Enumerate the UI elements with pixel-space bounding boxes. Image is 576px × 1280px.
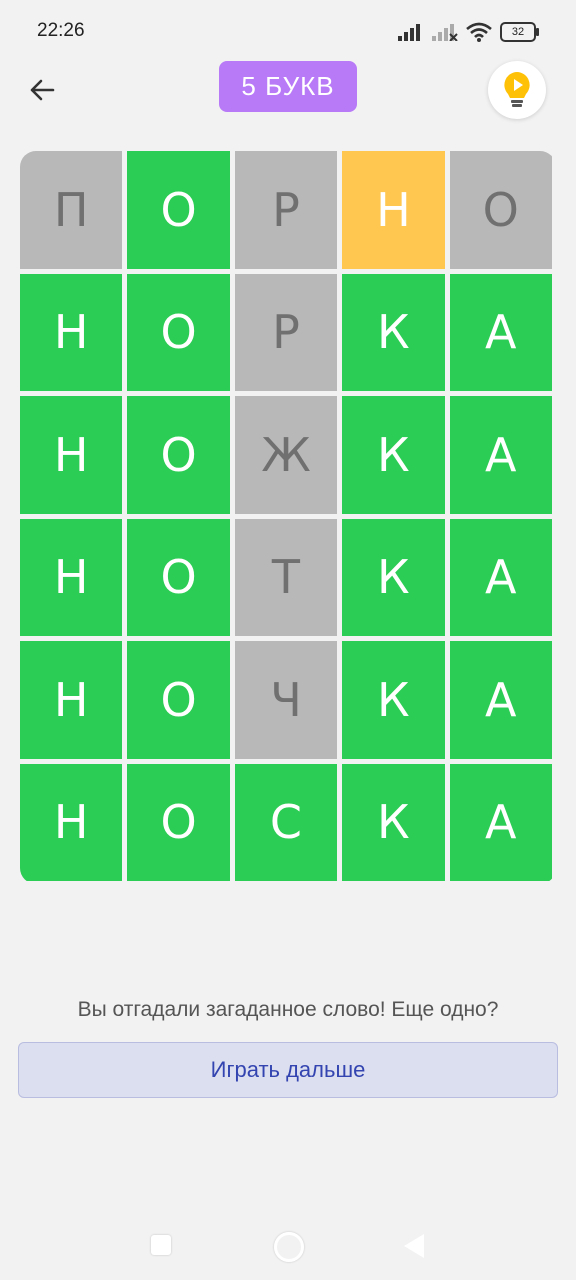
letter-tile: С: [234, 763, 338, 881]
signal-icon: [398, 24, 420, 41]
letter-tile: О: [127, 641, 230, 759]
system-nav-bar: [0, 1214, 576, 1274]
letter-tile: Т: [234, 518, 338, 636]
letter-tile: Н: [342, 151, 445, 269]
letter-tile: Н: [20, 396, 123, 514]
home-button[interactable]: [274, 1232, 304, 1262]
result-message: Вы отгадали загаданное слово! Еще одно?: [77, 998, 499, 1021]
battery-icon: 32: [500, 22, 539, 42]
letter-grid: ПОРНОНОРКАНОЖКАНОТКАНОЧКАНОСКА: [20, 151, 556, 884]
lightbulb-play-icon: [504, 72, 530, 107]
recent-apps-button[interactable]: [151, 1235, 171, 1255]
letter-tile: А: [449, 396, 552, 514]
letter-tile: П: [20, 151, 123, 269]
word-length-badge: 5 БУКВ: [219, 61, 357, 112]
status-time: 22:26: [37, 20, 85, 41]
letter-tile: К: [342, 641, 445, 759]
status-bar: 22:26 32: [0, 0, 576, 64]
letter-tile: О: [127, 396, 230, 514]
signal-off-icon: [432, 24, 458, 41]
letter-tile: О: [449, 151, 552, 269]
letter-tile: К: [342, 518, 445, 636]
letter-tile: Н: [20, 763, 123, 881]
letter-tile: А: [449, 273, 552, 391]
letter-tile: Р: [234, 151, 338, 269]
letter-tile: О: [127, 763, 230, 881]
letter-tile: К: [342, 763, 445, 881]
letter-tile: Р: [234, 273, 338, 391]
letter-tile: Ч: [234, 641, 338, 759]
letter-tile: О: [127, 518, 230, 636]
letter-tile: А: [449, 763, 552, 881]
play-again-button[interactable]: Играть дальше: [18, 1042, 558, 1098]
letter-tile: О: [127, 151, 230, 269]
wifi-icon: [466, 22, 492, 42]
system-back-button[interactable]: [404, 1234, 424, 1258]
hint-button[interactable]: [488, 61, 546, 119]
letter-tile: К: [342, 396, 445, 514]
letter-tile: О: [127, 273, 230, 391]
letter-tile: Н: [20, 641, 123, 759]
back-button[interactable]: [20, 68, 64, 112]
letter-tile: А: [449, 641, 552, 759]
letter-tile: Ж: [234, 396, 338, 514]
arrow-left-icon: [30, 79, 55, 101]
letter-tile: Н: [20, 273, 123, 391]
letter-tile: А: [449, 518, 552, 636]
letter-tile: Н: [20, 518, 123, 636]
status-icons: 32: [398, 20, 539, 44]
letter-tile: К: [342, 273, 445, 391]
